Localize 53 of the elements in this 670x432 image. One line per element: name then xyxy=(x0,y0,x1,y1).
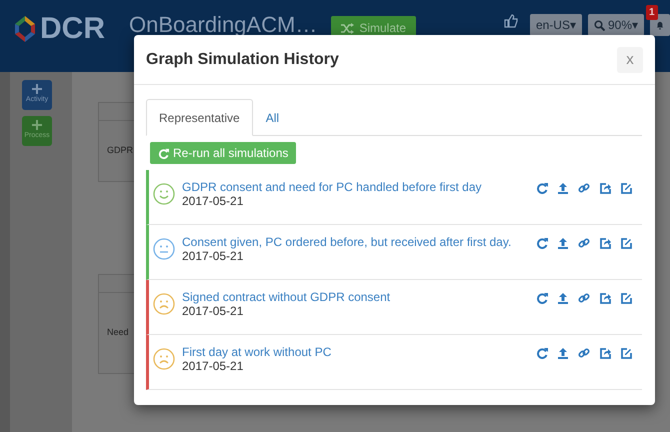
simulation-date: 2017-05-21 xyxy=(182,359,244,374)
edit-icon[interactable] xyxy=(620,347,632,359)
smiley-icon xyxy=(153,183,175,205)
rerun-button[interactable]: Re-run all simulations xyxy=(150,142,296,164)
bell-icon xyxy=(656,20,664,30)
link-icon[interactable] xyxy=(578,292,590,304)
simulation-link[interactable]: Consent given, PC ordered before, but received after first day. xyxy=(182,235,512,250)
zoom-dropdown[interactable]: 90%▾ xyxy=(588,14,644,36)
share-icon[interactable] xyxy=(599,292,611,304)
plus-icon xyxy=(32,84,42,94)
share-icon[interactable] xyxy=(599,182,611,194)
upload-icon[interactable] xyxy=(557,237,569,249)
refresh-icon[interactable] xyxy=(536,292,548,304)
edit-icon[interactable] xyxy=(620,182,632,194)
close-button[interactable]: x xyxy=(617,46,643,72)
link-icon[interactable] xyxy=(578,237,590,249)
refresh-icon xyxy=(158,148,169,158)
tab[interactable]: Representative xyxy=(146,99,253,136)
link-icon[interactable] xyxy=(578,182,590,194)
box-text: Need xyxy=(107,326,129,340)
edit-icon[interactable] xyxy=(620,292,632,304)
simulation-date: 2017-05-21 xyxy=(182,304,244,319)
language-dropdown[interactable]: en-US▾ xyxy=(530,14,582,36)
edit-icon[interactable] xyxy=(620,237,632,249)
logo-icon xyxy=(12,14,38,44)
refresh-icon[interactable] xyxy=(536,237,548,249)
link-icon[interactable] xyxy=(578,347,590,359)
zoom-icon xyxy=(594,20,605,30)
simulation-date: 2017-05-21 xyxy=(182,194,244,209)
simulation-link[interactable]: GDPR consent and need for PC handled before first day xyxy=(182,180,482,194)
refresh-icon[interactable] xyxy=(536,182,548,194)
box-text: GDPR xyxy=(107,144,134,158)
simulation-date: 2017-05-21 xyxy=(182,249,244,264)
graph-title: OnBoardingACM… xyxy=(129,14,318,36)
thumbs-up-icon[interactable] xyxy=(504,14,518,28)
sad-face-icon xyxy=(153,348,175,370)
logo-text: DCR xyxy=(40,14,105,44)
notifications-button[interactable] xyxy=(650,14,670,36)
neutral-face-icon xyxy=(153,238,175,260)
share-icon[interactable] xyxy=(599,237,611,249)
upload-icon[interactable] xyxy=(557,347,569,359)
modal-title: Graph Simulation History xyxy=(146,50,339,70)
simulation-link[interactable]: Signed contract without GDPR consent xyxy=(182,290,390,304)
tab[interactable]: All xyxy=(252,99,292,136)
upload-icon[interactable] xyxy=(557,182,569,194)
upload-icon[interactable] xyxy=(557,292,569,304)
sad-face-icon xyxy=(153,293,175,315)
share-icon[interactable] xyxy=(599,347,611,359)
notification-badge: 1 xyxy=(646,5,658,20)
simulation-link[interactable]: First day at work without PC xyxy=(182,345,332,360)
refresh-icon[interactable] xyxy=(536,347,548,359)
shuffle-icon xyxy=(341,22,354,34)
plus-icon xyxy=(32,120,42,130)
